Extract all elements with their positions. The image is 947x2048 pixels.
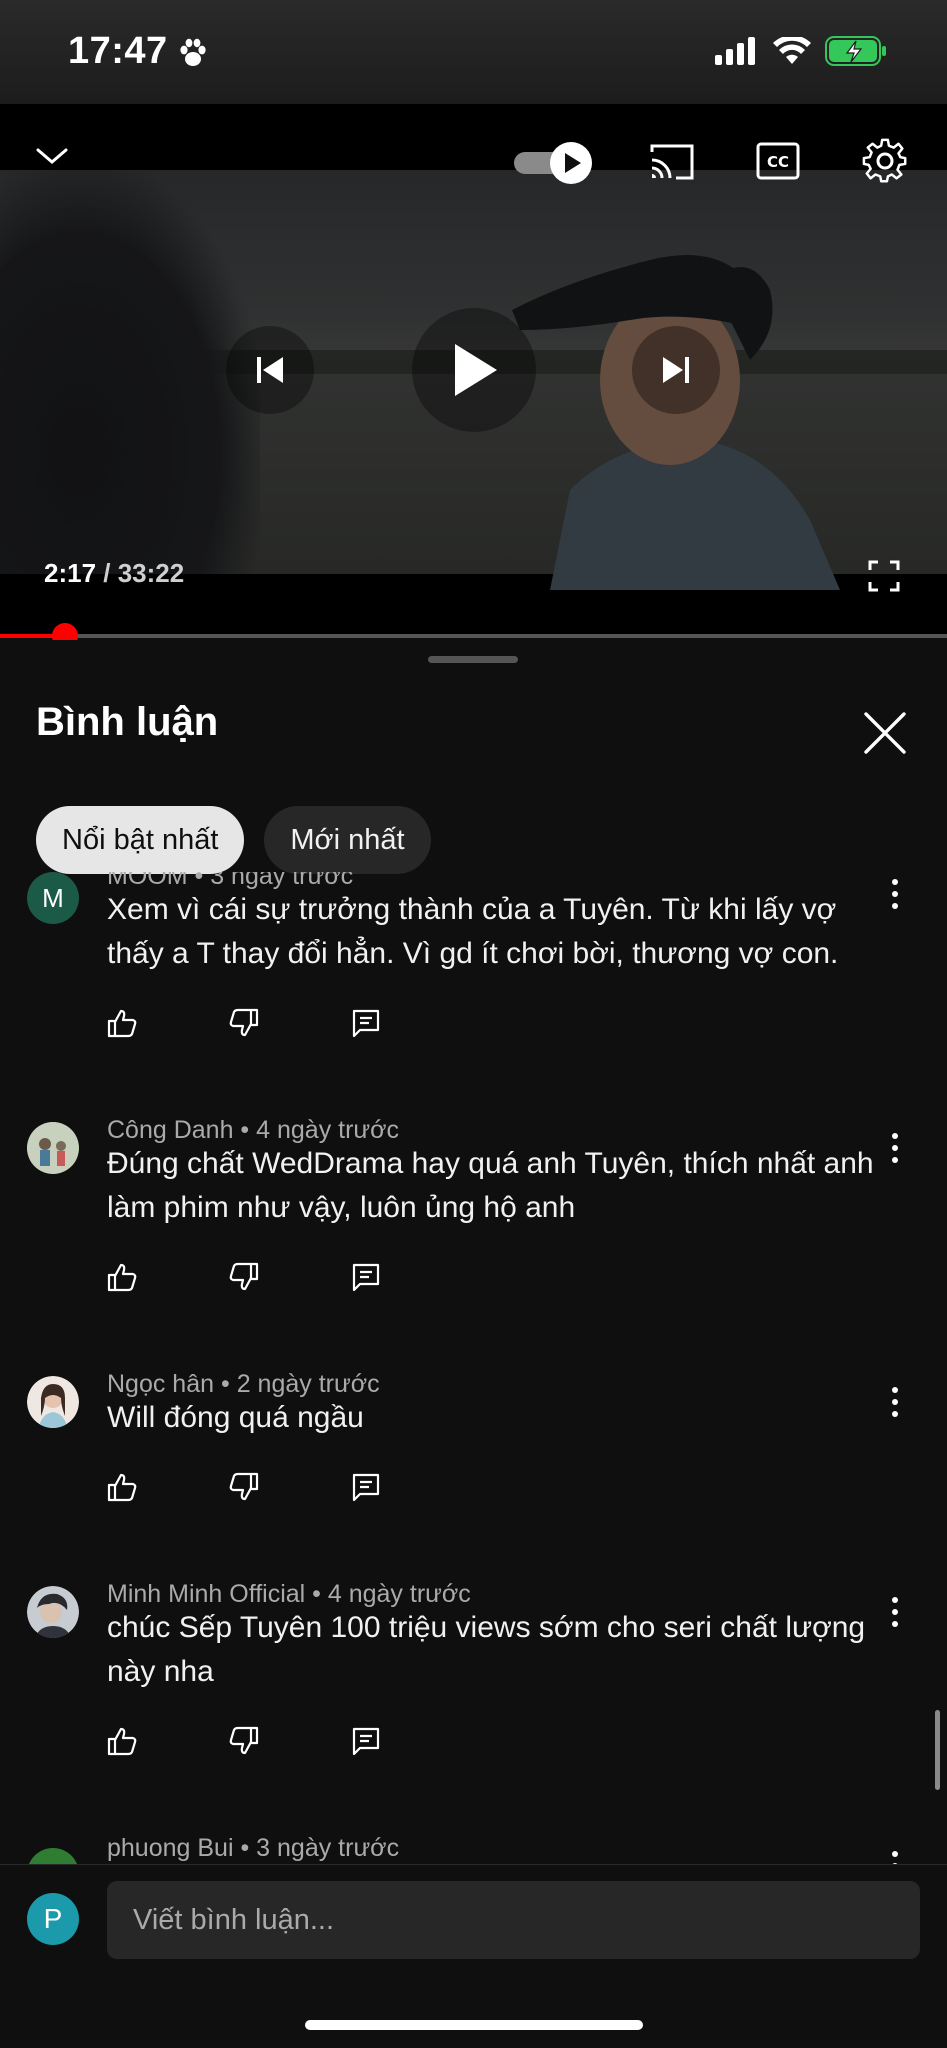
comment-actions [107, 1262, 381, 1292]
fullscreen-icon[interactable] [868, 560, 900, 592]
comment-text: Will đóng quá ngầu [107, 1401, 364, 1434]
drag-handle[interactable] [428, 656, 518, 663]
video-player[interactable]: CC 2:17 / 33:22 [0, 104, 947, 634]
dislike-icon[interactable] [229, 1726, 259, 1756]
comment-meta: Minh Minh Official • 4 ngày trước [107, 1580, 471, 1609]
comment-author[interactable]: Minh Minh Official [107, 1580, 305, 1608]
comment-meta: Ngọc hân • 2 ngày trước [107, 1370, 380, 1399]
chevron-down-icon[interactable] [34, 144, 70, 168]
comment-text: Đúng chất WedDrama hay quá anh Tuyên, th… [107, 1147, 874, 1224]
captions-icon[interactable]: CC [756, 142, 800, 180]
sort-chips: Nổi bật nhất Mới nhất [36, 806, 431, 874]
avatar-letter: M [42, 882, 64, 913]
avatar-photo [27, 1586, 79, 1638]
previous-button[interactable] [226, 326, 314, 414]
meta-dot: • [305, 1580, 328, 1608]
avatar-photo [27, 1376, 79, 1428]
chip-top-comments[interactable]: Nổi bật nhất [36, 806, 245, 874]
comment-actions [107, 1008, 381, 1038]
play-icon [455, 344, 497, 396]
comment-author[interactable]: Công Danh [107, 1116, 233, 1144]
reply-icon[interactable] [351, 1472, 381, 1502]
chip-newest[interactable]: Mới nhất [264, 806, 431, 874]
comment-author[interactable]: phuong Bui [107, 1834, 234, 1862]
settings-icon[interactable] [862, 138, 908, 184]
avatar[interactable] [27, 1586, 79, 1638]
comments-list[interactable]: M MOOM • 3 ngày trước Xem vì cái sự trưở… [0, 872, 947, 1872]
comments-panel: Bình luận Nổi bật nhất Mới nhất M MOOM •… [0, 640, 947, 2048]
next-icon [663, 357, 689, 383]
video-progress-bar[interactable] [0, 623, 947, 649]
reply-icon[interactable] [351, 1262, 381, 1292]
like-icon[interactable] [107, 1726, 137, 1756]
avatar[interactable]: M [27, 872, 79, 924]
meta-dot: • [233, 1834, 257, 1862]
dislike-icon[interactable] [229, 1008, 259, 1038]
previous-icon [257, 357, 283, 383]
like-icon[interactable] [107, 1008, 137, 1038]
my-avatar[interactable]: P [27, 1893, 79, 1945]
comment-time: 4 ngày trước [327, 1580, 471, 1608]
time-separator: / [96, 558, 118, 588]
dislike-icon[interactable] [229, 1262, 259, 1292]
comment-actions [107, 1472, 381, 1502]
comment-time: 2 ngày trước [236, 1370, 380, 1398]
reply-icon[interactable] [351, 1726, 381, 1756]
play-button[interactable] [412, 308, 536, 432]
avatar-photo [27, 1122, 79, 1174]
scrollbar[interactable] [935, 1710, 940, 1790]
like-icon[interactable] [107, 1262, 137, 1292]
cast-icon[interactable] [648, 142, 696, 182]
svg-text:CC: CC [767, 153, 789, 171]
dislike-icon[interactable] [229, 1472, 259, 1502]
panel-title: Bình luận [36, 700, 219, 744]
comment-text: chúc Sếp Tuyên 100 triệu views sớm cho s… [107, 1611, 866, 1688]
comment-meta: Công Danh • 4 ngày trước [107, 1116, 399, 1145]
like-icon[interactable] [107, 1472, 137, 1502]
video-timecode: 2:17 / 33:22 [44, 558, 184, 589]
avatar[interactable] [27, 1376, 79, 1428]
comment-input[interactable] [107, 1881, 920, 1959]
status-time: 17:47 [68, 30, 168, 72]
close-icon[interactable] [858, 706, 912, 760]
next-button[interactable] [632, 326, 720, 414]
current-time: 2:17 [44, 558, 97, 588]
reply-icon[interactable] [351, 1008, 381, 1038]
comment-time: 3 ngày trước [256, 1834, 400, 1862]
meta-dot: • [214, 1370, 237, 1398]
battery-charging-icon [825, 36, 886, 66]
meta-dot: • [233, 1116, 257, 1144]
comment-author[interactable]: Ngọc hân [107, 1370, 214, 1398]
wifi-icon [773, 37, 811, 64]
avatar[interactable] [27, 1122, 79, 1174]
autoplay-toggle[interactable] [512, 140, 596, 186]
comment-actions [107, 1726, 381, 1756]
video-duration: 33:22 [117, 558, 185, 588]
status-bar: 17:47 [0, 0, 947, 104]
cellular-signal-icon [715, 37, 755, 65]
comment-time: 4 ngày trước [256, 1116, 400, 1144]
comment-text: Xem vì cái sự trưởng thành của a Tuyên. … [107, 893, 839, 970]
home-indicator[interactable] [305, 2020, 643, 2030]
paw-icon [180, 38, 206, 66]
comment-meta: phuong Bui • 3 ngày trước [107, 1834, 399, 1863]
